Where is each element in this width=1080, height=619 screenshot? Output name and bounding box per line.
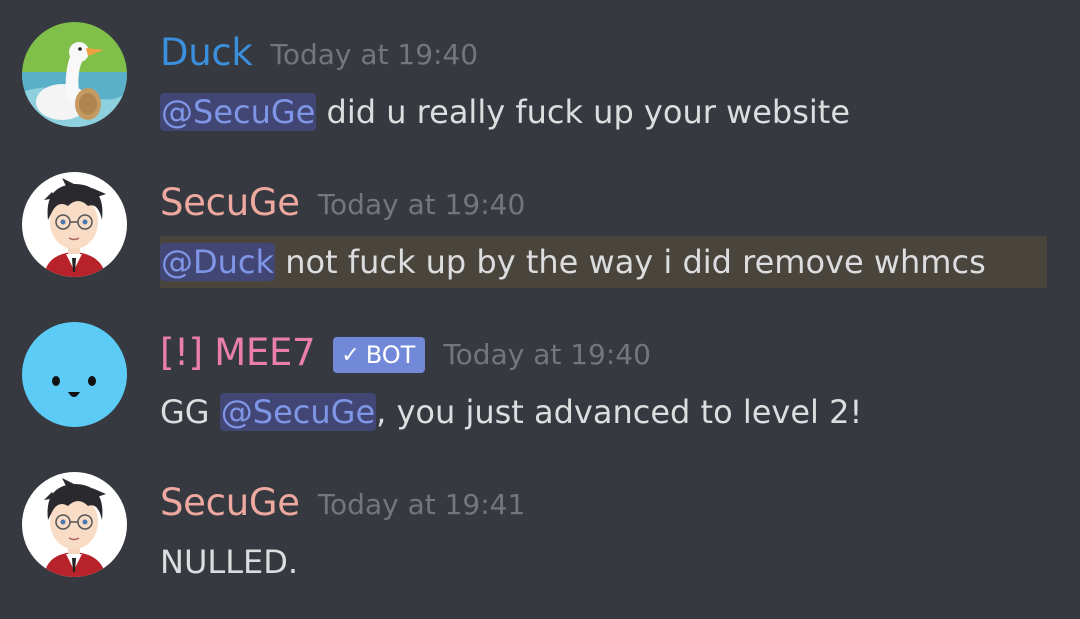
user-mention[interactable]: @SecuGe <box>219 393 377 431</box>
duck-avatar-icon[interactable] <box>22 22 127 127</box>
bot-label: BOT <box>365 341 416 369</box>
username[interactable]: SecuGe <box>160 478 300 528</box>
user-mention[interactable]: @Duck <box>160 243 276 281</box>
message-item: [!] MEE7 ✓ BOT Today at 19:40 GG @SecuGe,… <box>0 300 1080 450</box>
message-text: GG <box>160 393 220 431</box>
username[interactable]: SecuGe <box>160 178 300 228</box>
smiley-avatar-icon[interactable] <box>22 322 127 427</box>
message-content: @SecuGe did u really fuck up your websit… <box>160 86 850 138</box>
username[interactable]: [!] MEE7 <box>160 328 316 378</box>
timestamp: Today at 19:40 <box>443 338 651 371</box>
message-text: NULLED. <box>160 543 299 581</box>
message-content: @Duck not fuck up by the way i did remov… <box>160 236 986 288</box>
timestamp: Today at 19:40 <box>270 38 479 71</box>
boy-avatar-icon[interactable] <box>22 472 127 577</box>
user-mention[interactable]: @SecuGe <box>160 93 317 131</box>
message-text: , you just advanced to level 2! <box>376 393 863 431</box>
message-item: SecuGe Today at 19:40 @Duck not fuck up … <box>0 150 1080 300</box>
message-content: NULLED. <box>160 536 298 588</box>
message-item: SecuGe Today at 19:41 NULLED. <box>0 450 1080 600</box>
message-item: Duck Today at 19:40 @SecuGe did u really… <box>0 0 1080 150</box>
message-text: did u really fuck up your website <box>316 93 851 131</box>
bot-badge: ✓ BOT <box>333 337 426 373</box>
timestamp: Today at 19:40 <box>317 188 526 221</box>
boy-avatar-icon[interactable] <box>22 172 127 277</box>
username[interactable]: Duck <box>160 28 253 78</box>
timestamp: Today at 19:41 <box>317 488 526 521</box>
message-text: not fuck up by the way i did remove whmc… <box>275 243 986 281</box>
checkmark-icon: ✓ <box>341 342 360 368</box>
message-content: GG @SecuGe, you just advanced to level 2… <box>160 386 862 438</box>
